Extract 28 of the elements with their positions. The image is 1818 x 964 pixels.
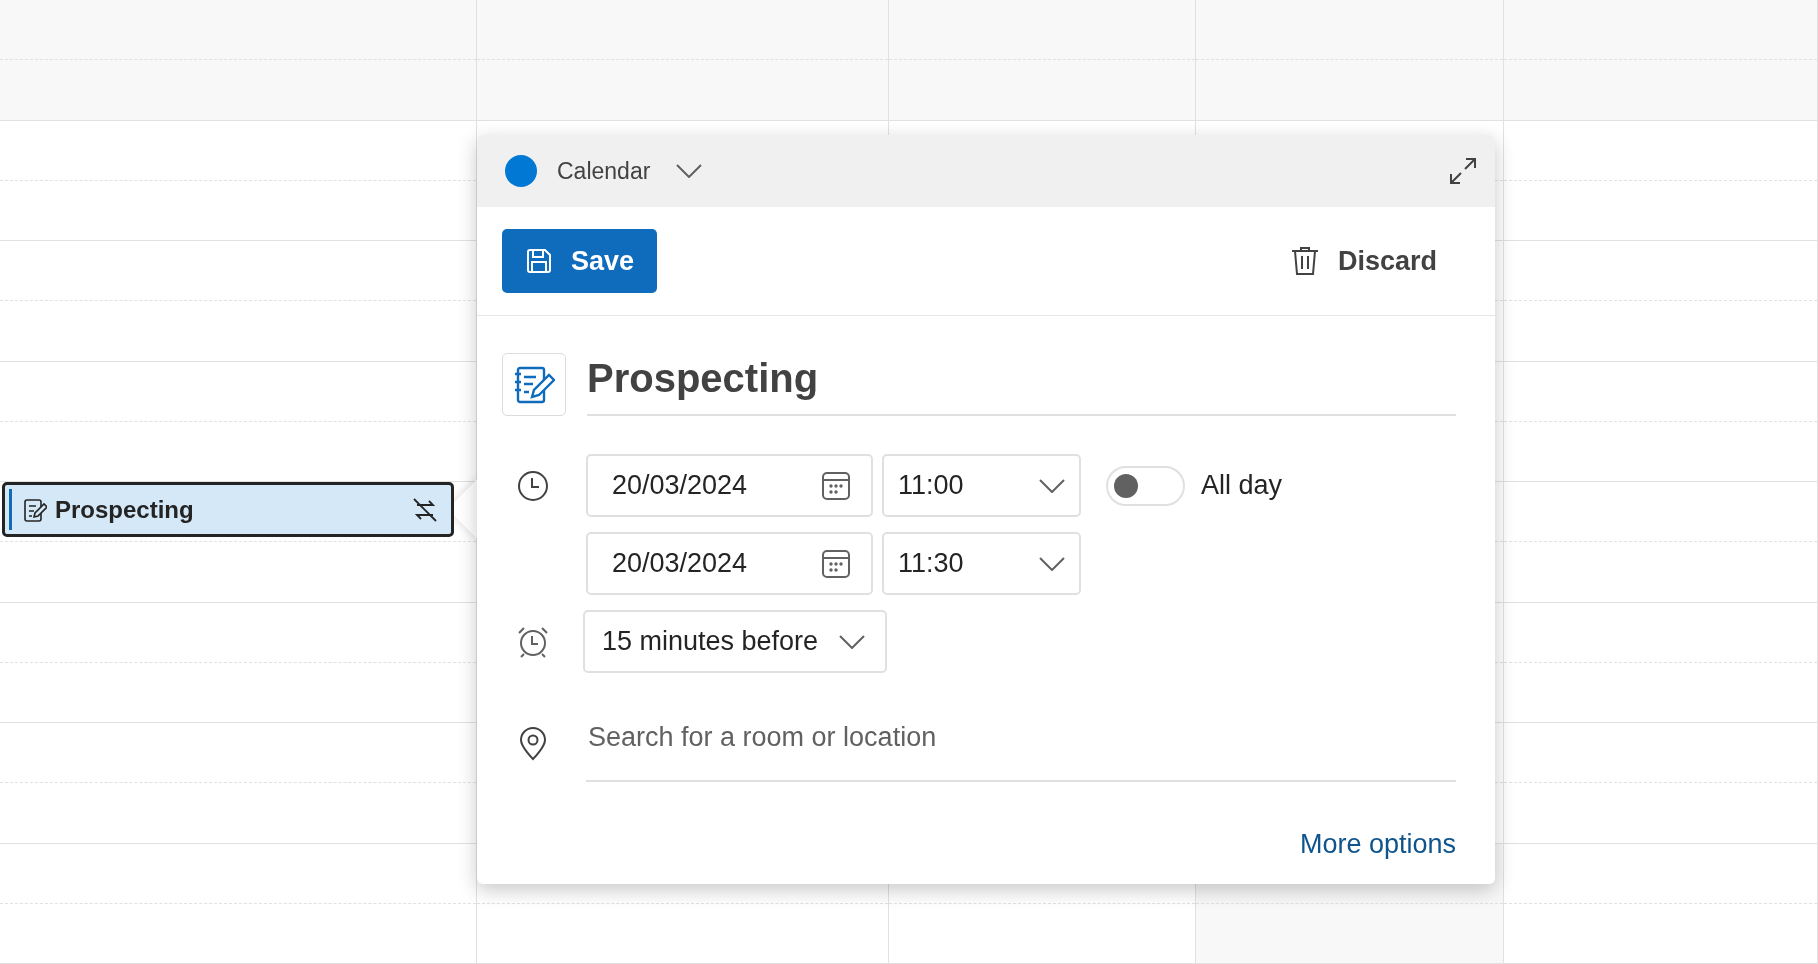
more-options-link[interactable]: More options <box>1299 823 1456 864</box>
date-field[interactable]: 20/03/2024 <box>586 454 873 517</box>
clock-icon <box>517 469 549 502</box>
location-pin-icon <box>518 727 548 762</box>
save-button[interactable]: Save <box>502 229 658 293</box>
save-icon <box>525 247 553 275</box>
alarm-clock-icon <box>516 624 550 659</box>
time-dropdown[interactable]: 11:30 <box>882 532 1081 595</box>
all-day-label: All day <box>1201 469 1283 503</box>
calendar-event[interactable]: Prospecting <box>2 482 454 537</box>
chevron-down-icon <box>1039 556 1065 571</box>
time-dropdown[interactable]: 11:00 <box>882 454 1081 517</box>
chevron-down-icon <box>1039 478 1065 493</box>
discard-button[interactable]: Discard <box>1289 240 1437 282</box>
title-field[interactable]: Prospecting <box>587 342 1456 416</box>
repeat-off-icon <box>411 495 439 524</box>
trash-icon <box>1289 245 1320 277</box>
calendar-icon <box>821 548 851 579</box>
reminder-dropdown[interactable]: 15 minutes before <box>583 610 887 673</box>
calendar-icon <box>821 470 851 501</box>
all-day-toggle[interactable] <box>1106 465 1185 506</box>
chevron-down-icon <box>676 164 703 178</box>
notepad-pencil-icon <box>502 353 566 416</box>
calendar-picker[interactable]: Calendar <box>505 153 703 189</box>
event-title: Prospecting <box>55 494 195 525</box>
notepad-pencil-icon <box>23 496 47 523</box>
date-field[interactable]: 20/03/2024 <box>586 532 873 595</box>
chevron-down-icon <box>839 634 865 649</box>
